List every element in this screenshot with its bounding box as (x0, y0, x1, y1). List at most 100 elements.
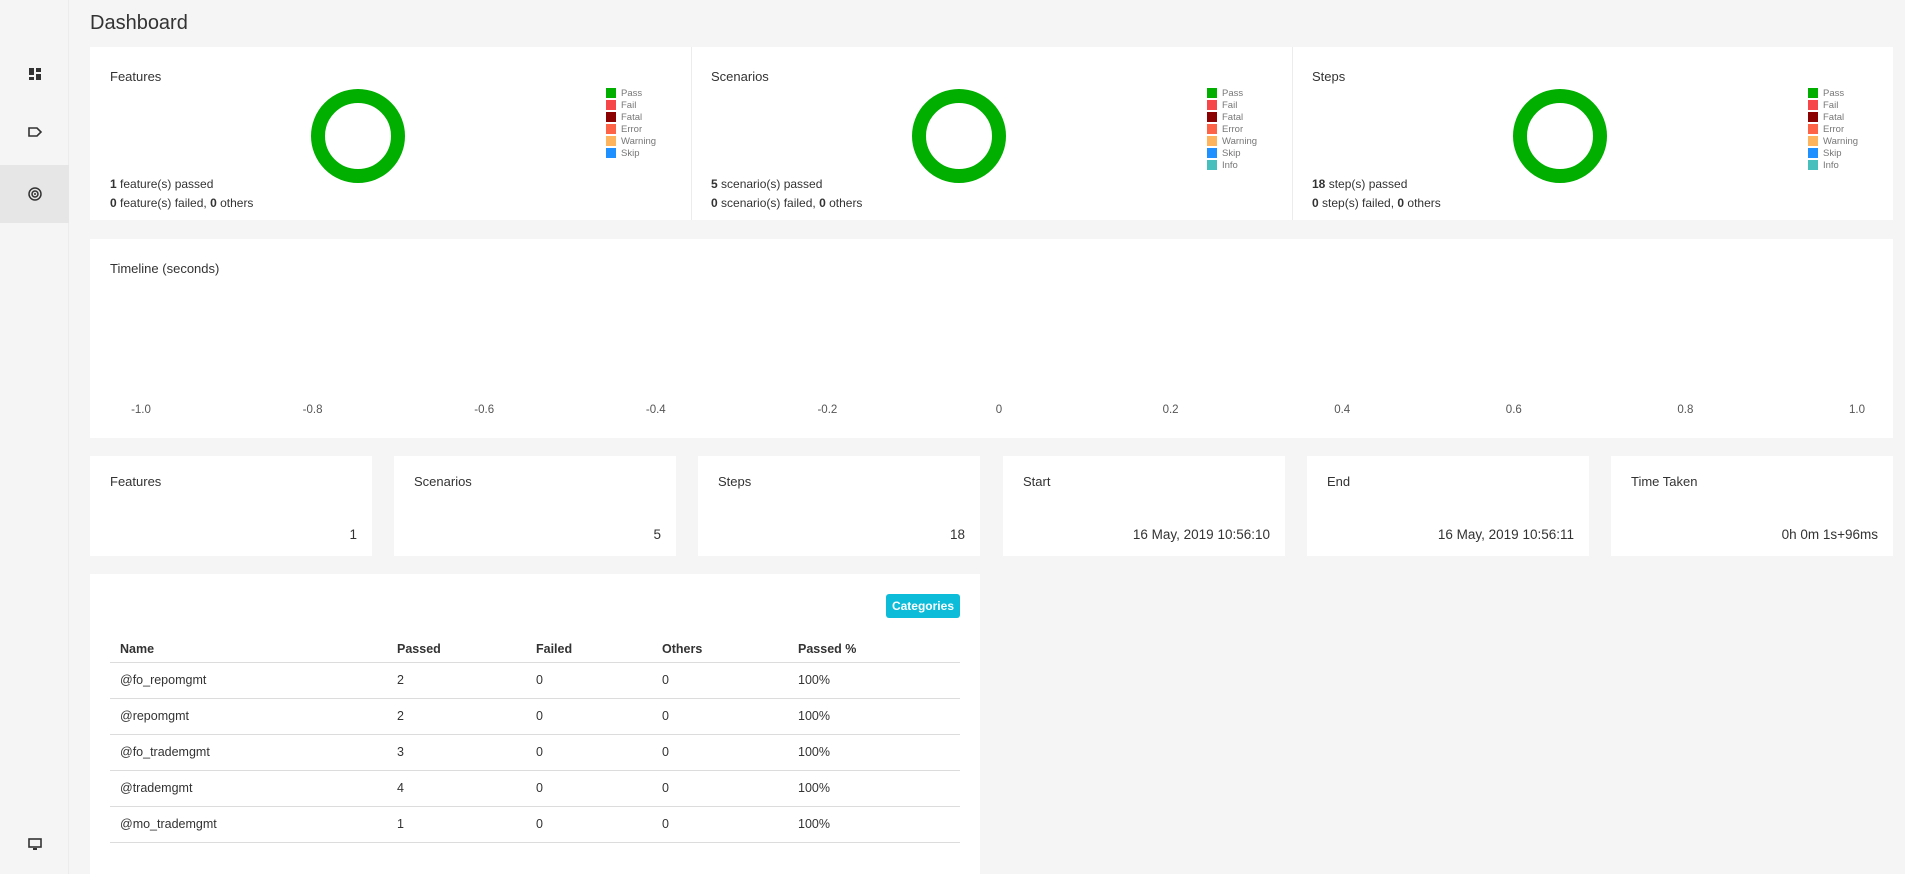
table-cell: 0 (526, 662, 652, 699)
legend-label: Error (1222, 123, 1244, 135)
legend-swatch (1207, 100, 1217, 110)
legend-item[interactable]: Warning (1808, 135, 1858, 147)
stat-label: Scenarios (414, 474, 472, 489)
legend-swatch (1808, 88, 1818, 98)
legend-swatch (1207, 136, 1217, 146)
table-cell: 0 (526, 770, 652, 807)
table-cell: 100% (788, 662, 960, 699)
table-cell: 0 (652, 806, 788, 843)
stat-card-scenarios: Scenarios 5 (394, 456, 676, 556)
table-row[interactable]: @fo_trademgmt 3 0 0 100% (110, 734, 960, 771)
table-cell: @mo_trademgmt (110, 806, 387, 843)
legend-item[interactable]: Info (1808, 159, 1858, 171)
legend-swatch (1808, 148, 1818, 158)
sidebar-item-tags[interactable] (0, 103, 69, 161)
table-row[interactable]: @repomgmt 2 0 0 100% (110, 698, 960, 735)
legend-item[interactable]: Info (1207, 159, 1257, 171)
timeline-tick-label: -0.8 (302, 404, 323, 416)
legend-label: Info (1823, 159, 1839, 171)
page-title: Dashboard (90, 12, 188, 34)
column-header[interactable]: Name (110, 642, 387, 663)
legend-label: Skip (1823, 147, 1842, 159)
legend-item[interactable]: Pass (1207, 87, 1257, 99)
legend-label: Fatal (1823, 111, 1845, 123)
legend-item[interactable]: Skip (1207, 147, 1257, 159)
stat-card-steps: Steps 18 (698, 456, 980, 556)
timeline-tick-label: 0 (995, 404, 1003, 416)
stat-card-start: Start 16 May, 2019 10:56:10 (1003, 456, 1285, 556)
target-icon (27, 187, 42, 201)
stat-label: Start (1023, 474, 1051, 489)
sidebar-item-dashboard[interactable] (0, 45, 69, 103)
donut-pass-arc (912, 89, 1006, 183)
scenarios-donut-chart (912, 89, 1006, 183)
sidebar-item-environment[interactable] (0, 815, 69, 873)
table-cell: 2 (387, 662, 526, 699)
column-header[interactable]: Passed % (788, 642, 960, 663)
legend-item[interactable]: Fatal (1808, 111, 1858, 123)
legend: Pass Fail Fatal Error Warning Skip Info (1808, 87, 1858, 171)
legend-item[interactable]: Error (1808, 123, 1858, 135)
legend-item[interactable]: Fail (1808, 99, 1858, 111)
categories-card: Categories Name Passed Failed Others Passed … (90, 574, 980, 874)
legend-label: Warning (1823, 135, 1859, 147)
column-header[interactable]: Others (652, 642, 788, 663)
donut-pass-arc (1513, 89, 1607, 183)
stat-value: 16 May, 2019 10:56:11 (1437, 527, 1574, 542)
legend-label: Pass (621, 87, 643, 99)
legend-item[interactable]: Fail (606, 99, 656, 111)
table-row[interactable]: @mo_trademgmt 1 0 0 100% (110, 806, 960, 843)
stat-label: Features (110, 474, 162, 489)
timeline-title: Timeline (seconds) (110, 261, 220, 276)
legend-item[interactable]: Fatal (606, 111, 656, 123)
timeline-tick-label: 0.8 (1677, 404, 1694, 416)
table-row[interactable]: @fo_repomgmt 2 0 0 100% (110, 662, 960, 699)
legend-swatch (1207, 112, 1217, 122)
legend-label: Fail (1222, 99, 1238, 111)
table-row[interactable]: @trademgmt 4 0 0 100% (110, 770, 960, 807)
legend-item[interactable]: Warning (1207, 135, 1257, 147)
tag-icon (27, 127, 42, 137)
legend-label: Pass (1222, 87, 1244, 99)
legend-swatch (1207, 88, 1217, 98)
legend-item[interactable]: Warning (606, 135, 656, 147)
sidebar-item-analysis[interactable] (0, 165, 69, 223)
stat-value: 0h 0m 1s+96ms (1781, 527, 1878, 542)
legend-label: Warning (621, 135, 657, 147)
legend-swatch (606, 136, 616, 146)
legend-item[interactable]: Skip (606, 147, 656, 159)
legend-label: Warning (1222, 135, 1258, 147)
legend-swatch (1808, 160, 1818, 170)
legend: Pass Fail Fatal Error Warning Skip Info (1207, 87, 1257, 171)
features-donut-card: Features Pass Fail Fatal Error Warning Skip 1… (90, 47, 691, 220)
table-cell: 0 (526, 698, 652, 735)
legend-swatch (606, 148, 616, 158)
legend-item[interactable]: Fail (1207, 99, 1257, 111)
stat-value: 18 (949, 527, 965, 542)
passed-summary: 5 scenario(s) passed (711, 177, 823, 191)
legend-item[interactable]: Error (1207, 123, 1257, 135)
categories-button[interactable]: Categories (885, 594, 960, 618)
stat-value: 16 May, 2019 10:56:10 (1132, 527, 1270, 542)
legend-swatch (1808, 124, 1818, 134)
legend-item[interactable]: Error (606, 123, 656, 135)
legend-swatch (606, 112, 616, 122)
card-title: Steps (1312, 69, 1346, 84)
table-cell: 0 (652, 734, 788, 771)
column-header[interactable]: Failed (526, 642, 652, 663)
dashboard-icon (28, 68, 41, 80)
legend-label: Error (621, 123, 643, 135)
table-cell: 100% (788, 734, 960, 771)
stat-value: 1 (349, 527, 357, 542)
failed-summary: 0 scenario(s) failed, 0 others (711, 196, 863, 210)
features-donut-chart (311, 89, 405, 183)
legend-label: Pass (1823, 87, 1845, 99)
table-cell: 0 (526, 734, 652, 771)
table-cell: 0 (652, 698, 788, 735)
legend-item[interactable]: Fatal (1207, 111, 1257, 123)
legend-item[interactable]: Skip (1808, 147, 1858, 159)
passed-summary: 18 step(s) passed (1312, 177, 1408, 191)
column-header[interactable]: Passed (387, 642, 526, 663)
legend-item[interactable]: Pass (606, 87, 656, 99)
legend-item[interactable]: Pass (1808, 87, 1858, 99)
